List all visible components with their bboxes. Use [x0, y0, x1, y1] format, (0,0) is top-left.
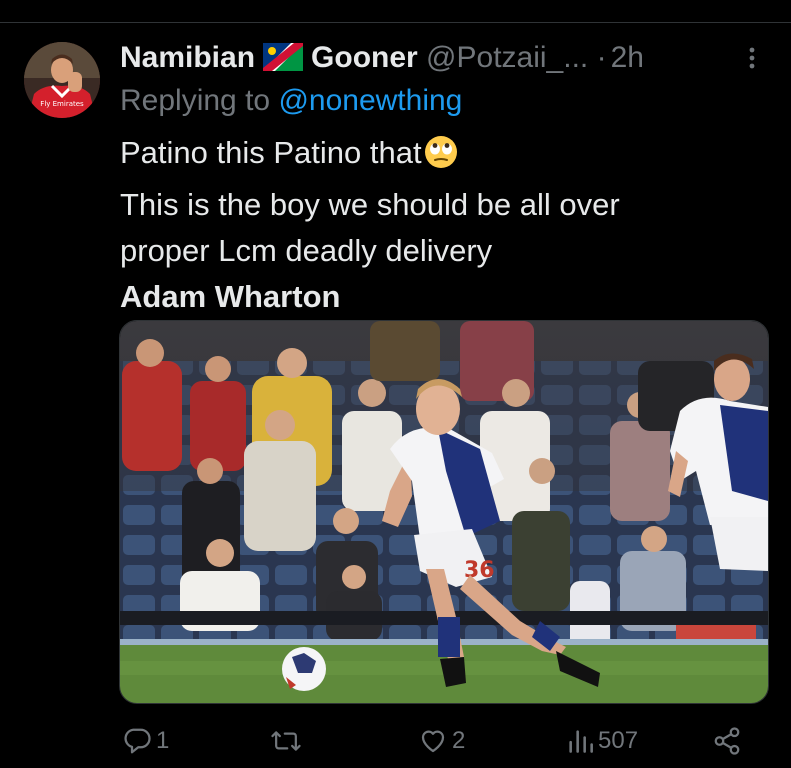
author-name-part2[interactable]: Gooner — [311, 41, 418, 74]
tweet-line-2: This is the boy we should be all over — [120, 187, 620, 222]
like-icon — [418, 726, 448, 756]
tweet-header: Namibian Gooner @Potzaii_... · 2h — [120, 36, 770, 80]
tweet-line-3: proper Lcm deadly delivery — [120, 233, 493, 268]
top-divider — [0, 22, 791, 23]
tweet-line-4: Adam Wharton — [120, 279, 341, 314]
like-count: 2 — [452, 727, 466, 754]
tweet-media-image[interactable]: 36 — [119, 320, 769, 704]
views-button[interactable]: 507 — [566, 724, 638, 758]
namibia-flag-icon — [263, 40, 304, 84]
like-button[interactable]: 2 — [418, 724, 465, 758]
more-icon[interactable] — [740, 42, 764, 74]
author-handle[interactable]: @Potzaii_... — [426, 41, 588, 74]
tweet-line-1: Patino this Patino that — [120, 130, 620, 182]
separator-dot: · — [596, 41, 607, 74]
share-icon — [712, 726, 742, 756]
reply-icon — [122, 726, 152, 756]
tweet-actions: 1 2 507 — [0, 716, 791, 766]
tweet-line-1-text: Patino this Patino that — [120, 135, 422, 170]
tweet-body: Patino this Patino that This is the boy … — [120, 130, 620, 320]
share-button[interactable] — [712, 724, 742, 758]
tweet-time[interactable]: 2h — [611, 41, 644, 74]
avatar[interactable]: Fly Emirates — [24, 42, 100, 118]
replying-to: Replying to @nonewthing — [120, 80, 462, 122]
views-count: 507 — [598, 727, 639, 754]
reply-mention-link[interactable]: @nonewthing — [278, 84, 462, 117]
retweet-icon — [270, 726, 302, 756]
svg-text:Fly Emirates: Fly Emirates — [40, 100, 84, 108]
reply-prefix: Replying to — [120, 84, 271, 117]
retweet-button[interactable] — [270, 724, 306, 758]
reply-button[interactable]: 1 — [122, 724, 169, 758]
views-icon — [566, 727, 594, 755]
eye-roll-emoji-icon — [424, 135, 458, 182]
reply-count: 1 — [156, 727, 170, 754]
author-name-part1[interactable]: Namibian — [120, 41, 255, 74]
